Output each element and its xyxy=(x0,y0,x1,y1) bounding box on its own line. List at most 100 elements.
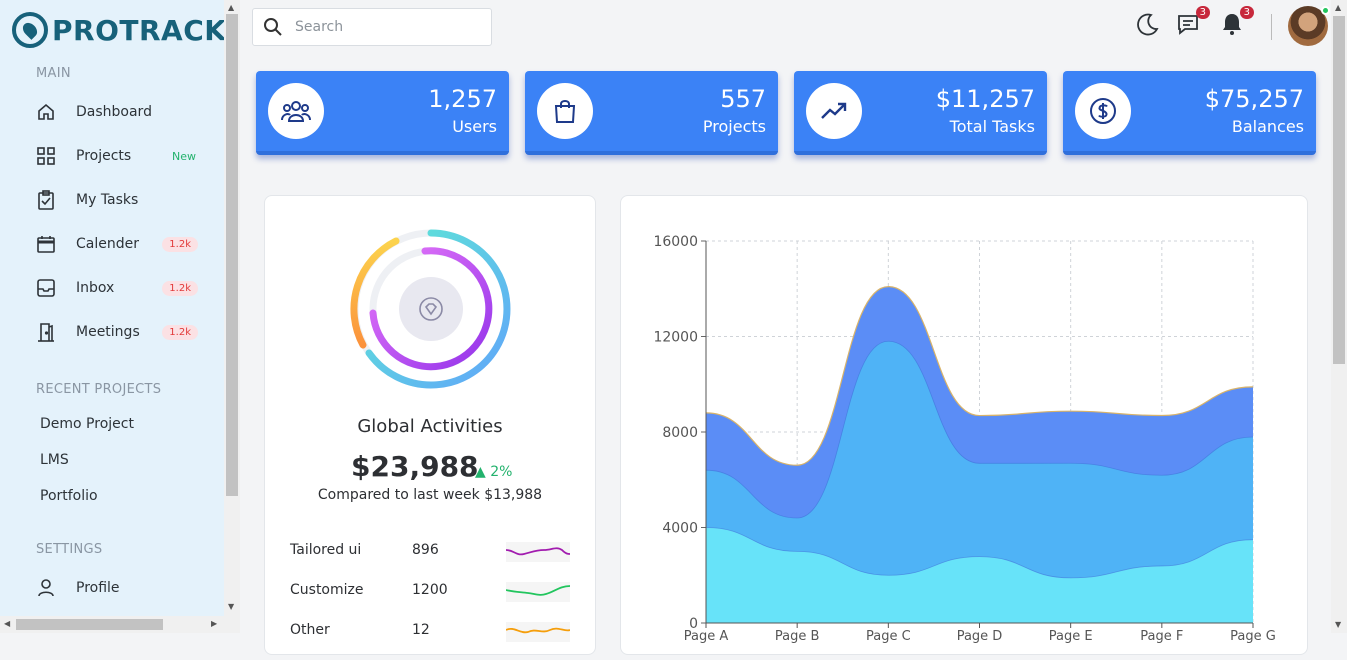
notifications-button[interactable]: 3 xyxy=(1220,6,1254,38)
count-badge: 1.2k xyxy=(162,280,198,296)
door-icon xyxy=(34,320,58,344)
activity-row: Other 12 xyxy=(290,620,580,644)
activity-value: 1200 xyxy=(412,582,448,598)
sidebar-item-meetings[interactable]: Meetings 1.2k xyxy=(34,318,204,346)
compare-text: Compared to last week $13,988 xyxy=(317,487,543,503)
count-badge: 1.2k xyxy=(162,236,198,252)
activity-value: 12 xyxy=(412,622,430,638)
moon-icon xyxy=(1137,13,1159,36)
activity-name: Customize xyxy=(290,582,364,598)
x-tick-label: Page A xyxy=(684,629,729,644)
stat-card-balances[interactable]: $75,257 Balances xyxy=(1063,71,1316,155)
sidebar: PROTRACK MAIN Dashboard Projects New My … xyxy=(0,0,226,633)
stat-card-projects[interactable]: 557 Projects xyxy=(525,71,778,155)
brand-name: PROTRACK xyxy=(52,13,227,47)
main-vertical-scrollbar[interactable]: ▲ ▼ xyxy=(1331,0,1347,633)
clipboard-check-icon xyxy=(34,188,58,212)
messages-badge: 3 xyxy=(1195,6,1210,19)
change-indicator: ▲ 2% xyxy=(475,464,512,480)
y-tick-label: 4000 xyxy=(662,521,698,537)
scroll-left-icon[interactable]: ◀ xyxy=(4,619,10,628)
sidebar-item-my-tasks[interactable]: My Tasks xyxy=(34,186,204,214)
sidebar-item-label: My Tasks xyxy=(76,192,139,208)
change-value: 2% xyxy=(490,464,513,480)
dollar-circle-icon xyxy=(1075,83,1131,139)
recent-project-item[interactable]: Demo Project xyxy=(40,416,134,432)
sidebar-item-calender[interactable]: Calender 1.2k xyxy=(34,230,204,258)
search-input[interactable] xyxy=(293,18,473,36)
scrollbar-thumb[interactable] xyxy=(16,619,163,630)
sidebar-horizontal-scrollbar[interactable]: ◀ ▶ xyxy=(0,616,224,633)
users-icon xyxy=(268,83,324,139)
x-tick-label: Page D xyxy=(957,629,1003,644)
sidebar-item-inbox[interactable]: Inbox 1.2k xyxy=(34,274,204,302)
stat-card-total-tasks[interactable]: $11,257 Total Tasks xyxy=(794,71,1047,155)
stat-card-users[interactable]: 1,257 Users xyxy=(256,71,509,155)
user-icon xyxy=(34,576,58,600)
sparkline xyxy=(506,542,570,562)
global-activities-card: Global Activities $23,988 ▲ 2% Compared … xyxy=(264,195,596,655)
count-badge: 1.2k xyxy=(162,324,198,340)
scrollbar-thumb[interactable] xyxy=(1333,16,1345,364)
recent-project-item[interactable]: Portfolio xyxy=(40,488,98,504)
x-tick-label: Page B xyxy=(775,629,820,644)
avatar[interactable] xyxy=(1288,6,1330,46)
sidebar-item-dashboard[interactable]: Dashboard xyxy=(34,98,204,126)
topbar: 3 3 xyxy=(240,0,1331,55)
section-title-settings: SETTINGS xyxy=(36,542,103,557)
divider xyxy=(1271,14,1272,40)
global-activities-title: Global Activities xyxy=(357,416,503,437)
x-tick-label: Page C xyxy=(866,629,911,644)
x-tick-label: Page E xyxy=(1049,629,1093,644)
trending-up-icon xyxy=(806,83,862,139)
messages-button[interactable]: 3 xyxy=(1176,6,1210,38)
calendar-icon xyxy=(34,232,58,256)
sidebar-item-label: Meetings xyxy=(76,324,140,340)
online-status-dot xyxy=(1321,6,1330,15)
area-chart: 0400080001200016000Page A Page B Page C Pag… xyxy=(653,234,1276,644)
sidebar-item-label: Inbox xyxy=(76,280,115,296)
sidebar-item-label: Dashboard xyxy=(76,104,152,120)
global-amount: $23,988 xyxy=(351,450,479,483)
x-tick-label: Page G xyxy=(1230,629,1276,644)
dark-mode-toggle[interactable] xyxy=(1134,12,1160,38)
scrollbar-thumb[interactable] xyxy=(226,14,238,496)
activity-row: Customize 1200 xyxy=(290,580,580,604)
section-title-recent: RECENT PROJECTS xyxy=(36,382,162,397)
stat-value: $75,257 xyxy=(1204,85,1304,113)
search-box[interactable] xyxy=(252,8,492,46)
y-tick-label: 8000 xyxy=(662,425,698,441)
sidebar-item-projects[interactable]: Projects New xyxy=(34,142,204,170)
area-chart-card: 0 4000 8000 12000 16000 Page A Page B Page C Pag… xyxy=(620,195,1308,655)
activity-row: Tailored ui 896 xyxy=(290,540,580,564)
bag-icon xyxy=(537,83,593,139)
stat-value: 557 xyxy=(720,85,766,113)
stat-label: Users xyxy=(452,117,497,136)
scroll-up-icon[interactable]: ▲ xyxy=(1335,3,1341,12)
scroll-down-icon[interactable]: ▼ xyxy=(1335,620,1341,629)
grid-icon xyxy=(34,144,58,168)
scroll-right-icon[interactable]: ▶ xyxy=(211,619,217,628)
stat-value: 1,257 xyxy=(428,85,497,113)
notifications-badge: 3 xyxy=(1239,6,1254,19)
sidebar-item-label: Projects xyxy=(76,148,132,164)
sparkline xyxy=(506,582,570,602)
triangle-up-icon: ▲ xyxy=(475,464,486,480)
sidebar-item-label: Profile xyxy=(76,580,120,596)
sidebar-vertical-scrollbar[interactable]: ▲ ▼ xyxy=(224,0,240,633)
search-icon xyxy=(263,17,283,37)
stat-label: Total Tasks xyxy=(949,117,1035,136)
section-title-main: MAIN xyxy=(36,66,71,81)
logo-icon xyxy=(12,12,48,48)
activity-value: 896 xyxy=(412,542,439,558)
activity-name: Tailored ui xyxy=(290,542,362,558)
activity-name: Other xyxy=(290,622,330,638)
activity-ring-chart xyxy=(350,229,511,389)
sidebar-item-profile[interactable]: Profile xyxy=(34,574,204,602)
scroll-down-icon[interactable]: ▼ xyxy=(228,602,234,611)
home-icon xyxy=(34,100,58,124)
recent-project-item[interactable]: LMS xyxy=(40,452,69,468)
logo[interactable]: PROTRACK xyxy=(12,12,226,48)
scroll-up-icon[interactable]: ▲ xyxy=(228,3,234,12)
inbox-icon xyxy=(34,276,58,300)
